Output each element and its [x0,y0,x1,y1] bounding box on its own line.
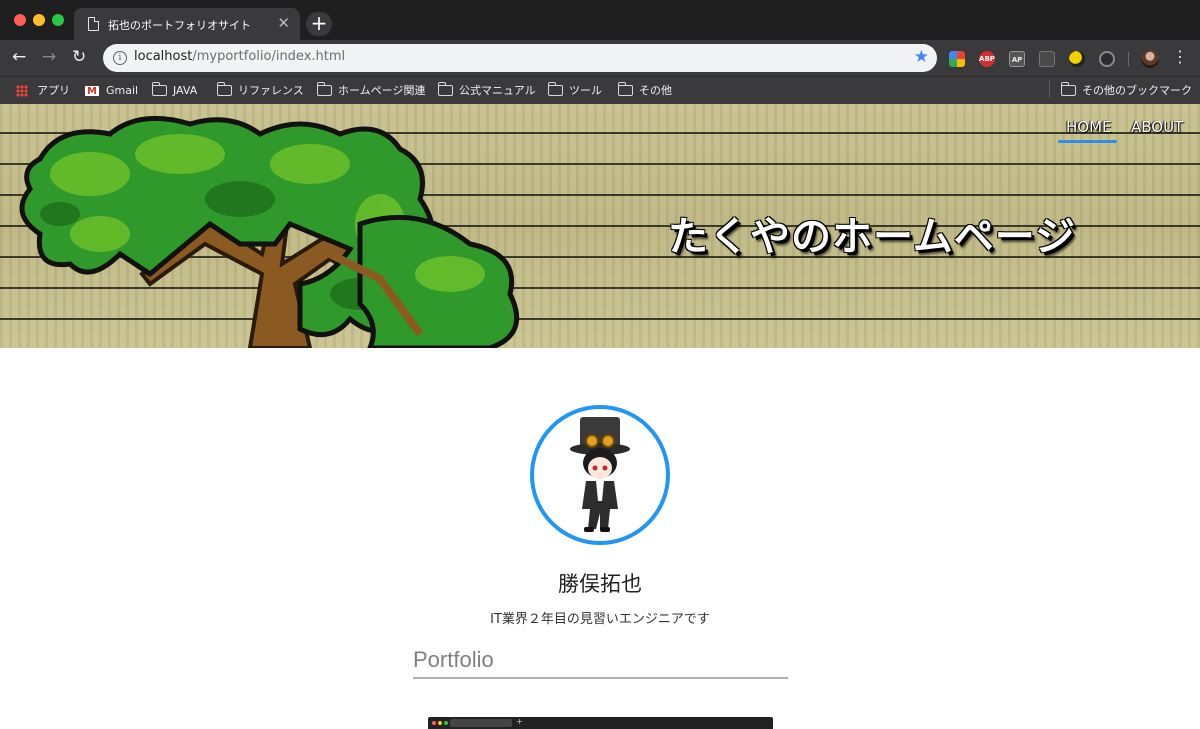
browser-titlebar: 拓也のポートフォリオサイト ✕ + [0,0,1200,40]
url-host: localhost [134,49,193,64]
browser-toolbar: ← → ↻ i localhost/myportfolio/index.html… [0,40,1200,76]
toolbar-divider [1128,52,1129,66]
tab-title: 拓也のポートフォリオサイト [108,19,251,32]
bookmark-folder-reference[interactable]: リファレンス [216,82,307,100]
window-extension-icon[interactable] [1039,51,1055,67]
adblock-plus-icon[interactable]: ABP [979,51,995,67]
close-window-button[interactable] [14,14,26,26]
portfolio-section-title: Portfolio [413,647,494,672]
bookmark-label: ツール [569,84,602,97]
bookmarks-bar: アプリ Gmail JAVA リファレンス ホームページ関連 公式マニュアル ツ… [0,76,1200,104]
profile-name: 勝俣拓也 [558,572,642,596]
nav-about-link[interactable]: ABOUT [1131,118,1183,136]
url-path: /myportfolio/index.html [192,49,346,64]
folder-icon [437,82,453,96]
bookmark-label: アプリ [37,84,70,97]
bookmark-star-icon[interactable]: ★ [914,47,929,67]
bookmark-folder-tools[interactable]: ツール [547,82,608,100]
thumb-dot [432,721,436,725]
browser-tab[interactable]: 拓也のポートフォリオサイト ✕ [74,8,300,40]
ap-extension-icon[interactable]: AP [1009,51,1025,67]
bookmark-label: その他 [639,84,672,97]
character-illustration [570,417,630,532]
gmail-icon [85,83,99,101]
bookmark-label: 公式マニュアル [459,84,536,97]
url-text[interactable]: localhost/myportfolio/index.html [134,49,345,64]
tree-illustration [19,115,520,348]
document-icon [88,17,99,31]
nav-active-indicator [1058,140,1117,143]
bookmarks-divider [1049,80,1050,98]
bookmark-label: リファレンス [238,84,304,97]
hero-title: たくやのホームページ [668,214,1076,260]
apps-icon [16,85,28,97]
bookmark-folder-manual[interactable]: 公式マニュアル [437,82,538,100]
bookmark-label: Gmail [106,84,139,97]
bookmark-folder-other[interactable]: その他 [617,82,678,100]
moon-extension-icon[interactable] [1069,51,1085,67]
bookmark-folder-homepage[interactable]: ホームページ関連 [316,82,427,100]
refresh-extension-icon[interactable] [1099,51,1115,67]
bookmark-apps[interactable]: アプリ [16,82,76,100]
folder-icon [216,82,232,96]
bookmark-label: JAVA [173,84,198,97]
bookmark-folder-java[interactable]: JAVA [151,82,207,100]
bookmark-gmail[interactable]: Gmail [85,82,145,101]
bookmark-label: ホームページ関連 [338,84,426,97]
profile-tagline: IT業界２年目の見習いエンジニアです [490,612,710,627]
back-button[interactable]: ← [12,46,26,68]
folder-icon [151,82,167,96]
bookmark-label: その他のブックマーク [1082,84,1192,97]
tab-close-button[interactable]: ✕ [277,14,290,32]
profile-avatar[interactable] [1141,50,1159,68]
profile-avatar-image [530,405,670,545]
nav-home-link[interactable]: HOME [1066,118,1112,136]
folder-icon [547,82,563,96]
folder-icon [316,82,332,96]
address-bar[interactable]: i localhost/myportfolio/index.html ★ [103,44,937,72]
minimize-window-button[interactable] [33,14,45,26]
browser-menu-icon[interactable]: ⋮ [1172,47,1188,66]
thumb-plus-icon: + [516,717,523,726]
thumb-dot [438,721,442,725]
forward-button[interactable]: → [42,46,56,68]
thumb-dot [444,721,448,725]
hero-header: HOME ABOUT たくやのホームページ [0,104,1200,348]
extension-grid-icon[interactable] [949,51,965,67]
new-tab-button[interactable]: + [306,12,332,36]
other-bookmarks-folder[interactable]: その他のブックマーク [1060,82,1192,100]
reload-button[interactable]: ↻ [72,46,86,68]
section-divider [413,677,788,679]
thumb-tab [450,719,512,727]
portfolio-thumbnail[interactable]: + [428,717,773,729]
folder-icon [1060,82,1076,96]
folder-icon [617,82,633,96]
info-icon[interactable]: i [113,51,127,65]
maximize-window-button[interactable] [52,14,64,26]
